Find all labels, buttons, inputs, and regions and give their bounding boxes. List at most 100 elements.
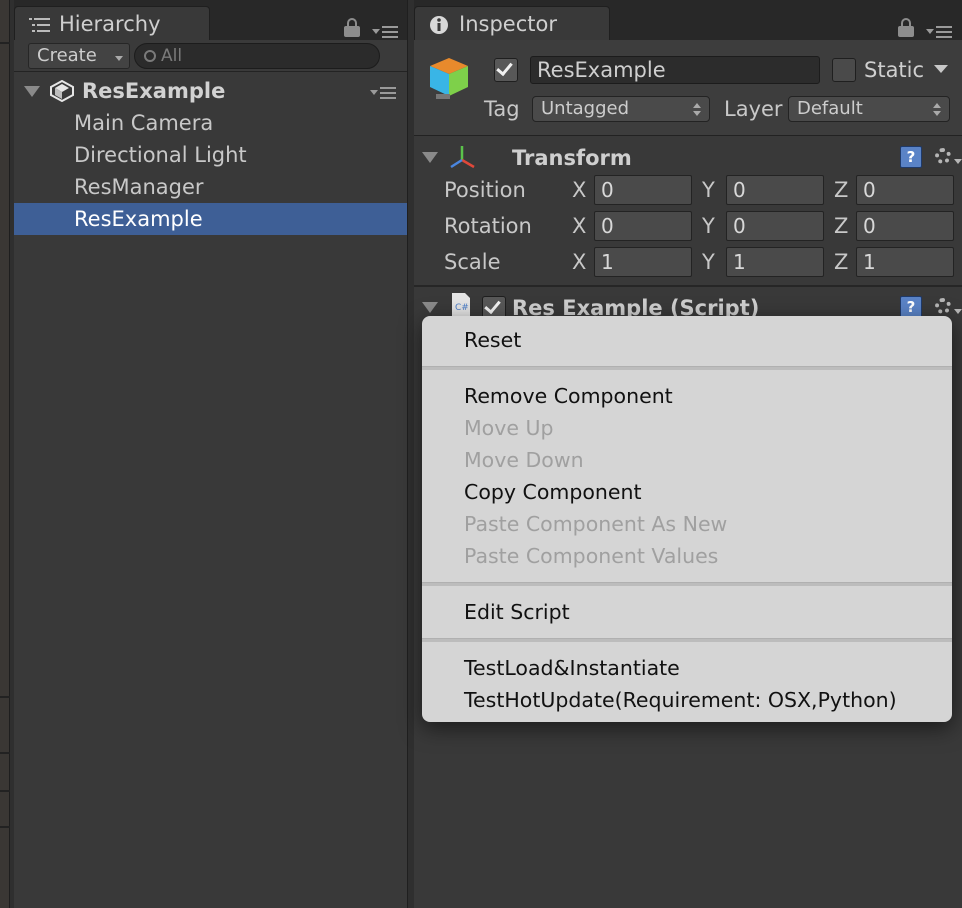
axis-z-label: Z [834,214,849,238]
gameobject-header: ResExample Static Tag Untagged Layer Def… [414,40,962,136]
menu-item-remove-component[interactable]: Remove Component [464,380,673,412]
active-checkbox[interactable] [494,58,518,82]
scale-z-field[interactable]: 1 [856,247,954,277]
hierarchy-item-label: Main Camera [74,111,214,135]
search-placeholder: All [161,46,183,66]
layer-label: Layer [724,97,783,121]
expand-triangle-icon[interactable] [24,86,40,97]
scene-root-label: ResExample [82,79,226,103]
static-checkbox[interactable] [832,58,856,82]
component-context-menu: Reset Remove Component Move Up Move Down… [422,316,952,722]
tag-value: Untagged [541,98,630,119]
edge-divider [0,826,10,828]
search-input[interactable]: All [134,43,380,69]
list-icon [29,15,51,33]
hierarchy-tabbar: Hierarchy [14,0,407,40]
axis-x-label: X [572,214,587,238]
checkmark-icon [484,296,501,315]
rotation-x-field[interactable]: 0 [594,211,692,241]
rotation-y-field[interactable]: 0 [726,211,824,241]
left-panel-edge [0,0,10,908]
updown-arrows-icon [693,101,701,117]
menu-item-move-up: Move Up [464,416,554,440]
hierarchy-item[interactable]: Main Camera [14,107,407,139]
expand-triangle-icon[interactable] [422,152,438,163]
tab-inspector[interactable]: Inspector [414,6,610,40]
tab-hierarchy[interactable]: Hierarchy [14,6,210,40]
csharp-script-icon: C# [452,293,470,317]
tab-label: Hierarchy [59,11,161,36]
edge-divider [0,790,10,792]
gear-icon[interactable] [932,145,962,167]
hierarchy-item-selected[interactable]: ResExample [14,203,407,235]
checkmark-icon [496,58,513,77]
tag-label: Tag [484,97,520,121]
menu-separator [422,366,952,370]
hierarchy-item-label: Directional Light [74,143,247,167]
chevron-down-icon[interactable] [934,65,948,73]
panel-menu-icon[interactable] [926,22,956,40]
axis-x-label: X [572,178,587,202]
updown-arrows-icon [933,101,941,117]
hierarchy-item-label: ResExample [74,207,203,231]
component-divider [414,285,962,287]
edge-divider [0,752,10,754]
transform-header[interactable]: Transform ? [414,138,962,178]
scale-x-field[interactable]: 1 [594,247,692,277]
hierarchy-item[interactable]: ResManager [14,171,407,203]
expand-triangle-icon[interactable] [422,302,438,313]
layer-dropdown[interactable]: Default [788,96,950,122]
menu-item-paste-values: Paste Component Values [464,544,719,568]
transform-axes-icon [450,146,475,169]
inspector-tabbar: Inspector [414,0,962,40]
menu-item-reset[interactable]: Reset [464,324,521,356]
help-book-icon[interactable]: ? [900,296,922,318]
menu-item-edit-script[interactable]: Edit Script [464,596,570,628]
scene-root-row[interactable]: ResExample [14,75,407,107]
object-name-field[interactable]: ResExample [530,56,820,84]
rotation-label: Rotation [444,214,532,238]
axis-y-label: Y [702,214,715,238]
menu-item-move-down: Move Down [464,448,584,472]
static-label: Static [864,58,925,82]
axis-z-label: Z [834,178,849,202]
axis-z-label: Z [834,250,849,274]
layer-value: Default [797,98,863,119]
hierarchy-item[interactable]: Directional Light [14,139,407,171]
position-y-field[interactable]: 0 [726,175,824,205]
axis-x-label: X [572,250,587,274]
menu-separator [422,638,952,642]
tag-dropdown[interactable]: Untagged [532,96,710,122]
position-label: Position [444,178,526,202]
position-x-field[interactable]: 0 [594,175,692,205]
unity-scene-icon [50,80,74,102]
position-z-field[interactable]: 0 [856,175,954,205]
edge-divider [0,42,10,44]
gear-icon[interactable] [932,295,962,317]
axis-y-label: Y [702,250,715,274]
transform-title: Transform [512,146,632,170]
edge-divider [0,696,10,698]
create-dropdown[interactable]: Create [28,43,130,69]
scale-y-field[interactable]: 1 [726,247,824,277]
panel-menu-icon[interactable] [372,22,402,40]
lock-icon[interactable] [898,18,914,38]
rotation-z-field[interactable]: 0 [856,211,954,241]
create-label: Create [37,45,97,66]
axis-y-label: Y [702,178,715,202]
info-icon [429,15,451,34]
hierarchy-item-label: ResManager [74,175,204,199]
menu-item-copy-component[interactable]: Copy Component [464,476,642,508]
chevron-down-icon [115,56,123,61]
search-icon [144,50,156,62]
menu-separator [422,582,952,586]
scene-menu-icon[interactable] [370,83,400,101]
lock-icon[interactable] [344,18,360,38]
menu-item-test-load[interactable]: TestLoad&Instantiate [464,652,680,684]
hierarchy-panel: Hierarchy Create All ResExample Main Cam… [14,0,408,908]
help-book-icon[interactable]: ? [900,146,922,168]
gameobject-cube-icon [430,58,468,99]
hierarchy-toolbar: Create All [14,40,407,72]
tab-label: Inspector [459,11,557,36]
menu-item-test-hot-update[interactable]: TestHotUpdate(Requirement: OSX,Python) [464,684,897,716]
